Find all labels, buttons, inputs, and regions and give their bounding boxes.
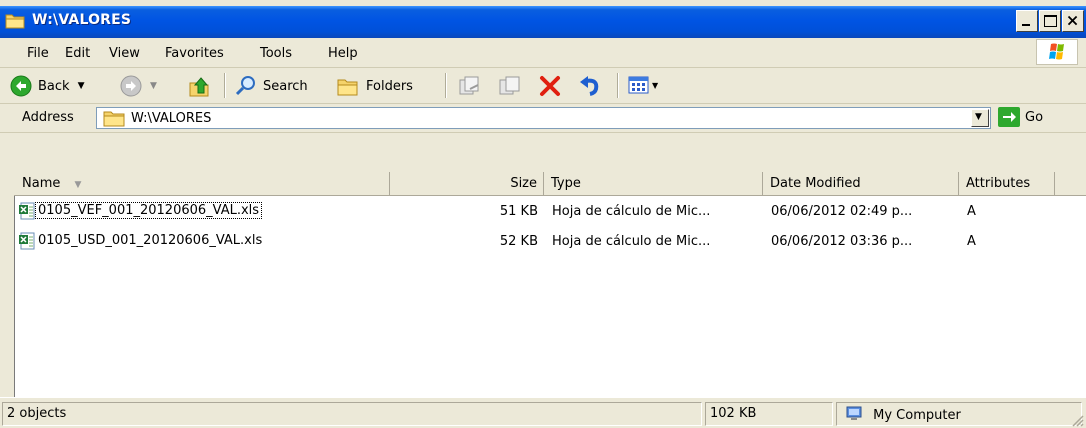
toolbar: Back ▼ ▼ Search Folders ▼: [0, 68, 1086, 104]
address-label: Address: [22, 110, 74, 125]
windows-logo: [1036, 39, 1078, 65]
menu-view[interactable]: View: [109, 46, 140, 61]
column-type-label: Type: [551, 176, 581, 191]
folders-button[interactable]: Folders: [336, 75, 413, 97]
title-bar[interactable]: W:\VALORES: [0, 6, 1086, 38]
go-label: Go: [1025, 109, 1044, 125]
column-name-label: Name: [22, 176, 61, 191]
back-button[interactable]: Back ▼: [10, 75, 84, 97]
file-date: 06/06/2012 03:36 p...: [771, 234, 913, 249]
status-object-count: 2 objects: [2, 402, 702, 426]
column-size-label: Size: [510, 176, 537, 191]
address-input[interactable]: W:\VALORES ▼: [96, 107, 991, 129]
status-bar: 2 objects 102 KB My Computer: [0, 397, 1086, 428]
window-title: W:\VALORES: [32, 12, 132, 28]
file-size: 52 KB: [499, 234, 538, 249]
menu-edit[interactable]: Edit: [65, 46, 90, 61]
copy-to-icon: [499, 76, 520, 95]
views-button[interactable]: ▼: [628, 75, 658, 95]
explorer-window: W:\VALORES File Edit View Favorites Tool…: [0, 0, 1086, 428]
file-name[interactable]: 0105_VEF_001_20120606_VAL.xls: [34, 202, 263, 219]
address-bar: Address W:\VALORES ▼ Go: [0, 104, 1086, 133]
status-size: 102 KB: [705, 402, 833, 426]
column-header: Name ▼ Size Type Date Modified Attribute…: [14, 172, 1086, 196]
excel-file-icon: [19, 202, 35, 220]
views-icon: [628, 76, 649, 94]
column-type[interactable]: Type: [544, 172, 763, 195]
minimize-button[interactable]: [1016, 10, 1038, 32]
file-date: 06/06/2012 02:49 p...: [771, 204, 913, 219]
up-button[interactable]: [188, 75, 212, 99]
column-date-label: Date Modified: [770, 176, 861, 191]
delete-icon: [540, 76, 560, 96]
move-to-button[interactable]: [458, 75, 482, 97]
sort-down-icon: ▼: [74, 180, 82, 190]
minimize-icon: [1022, 24, 1030, 26]
chevron-down-icon[interactable]: ▼: [652, 81, 658, 90]
folder-icon: [103, 111, 125, 127]
file-type: Hoja de cálculo de Mic...: [552, 204, 711, 219]
chevron-down-icon[interactable]: ▼: [78, 81, 85, 91]
status-size-text: 102 KB: [710, 406, 757, 421]
folders-label: Folders: [366, 78, 413, 94]
address-dropdown-button[interactable]: ▼: [971, 109, 989, 127]
list-item[interactable]: 0105_USD_001_20120606_VAL.xls 52 KB Hoja…: [14, 232, 1086, 252]
search-icon: [235, 76, 255, 96]
excel-file-icon: [19, 232, 35, 250]
windows-flag-icon: [1049, 43, 1064, 60]
folder-icon: [5, 14, 25, 29]
search-label: Search: [263, 78, 308, 94]
back-icon: [10, 75, 32, 97]
toolbar-separator: [617, 73, 618, 98]
file-attributes: A: [967, 234, 976, 249]
file-type: Hoja de cálculo de Mic...: [552, 234, 711, 249]
menu-bar: File Edit View Favorites Tools Help: [0, 38, 1086, 68]
menu-tools[interactable]: Tools: [260, 46, 292, 61]
resize-grip-icon[interactable]: [1072, 415, 1084, 427]
folders-icon: [337, 79, 358, 96]
menu-favorites[interactable]: Favorites: [165, 46, 224, 61]
maximize-button[interactable]: [1039, 10, 1061, 32]
chevron-down-icon[interactable]: ▼: [150, 81, 157, 91]
toolbar-separator: [445, 73, 446, 98]
back-label: Back: [38, 78, 70, 94]
undo-icon: [580, 76, 599, 96]
close-icon: [1067, 15, 1078, 26]
list-item[interactable]: 0105_VEF_001_20120606_VAL.xls 51 KB Hoja…: [14, 202, 1086, 222]
menu-help[interactable]: Help: [328, 46, 358, 61]
copy-to-button[interactable]: [498, 75, 522, 97]
menu-file[interactable]: File: [27, 46, 49, 61]
chevron-down-icon: ▼: [975, 112, 982, 122]
file-name[interactable]: 0105_USD_001_20120606_VAL.xls: [36, 233, 264, 248]
toolbar-separator: [224, 73, 225, 98]
status-count-text: 2 objects: [7, 406, 67, 421]
maximize-icon: [1044, 15, 1057, 27]
column-attributes-label: Attributes: [966, 176, 1031, 191]
forward-icon: [120, 75, 142, 97]
computer-icon: [846, 406, 862, 420]
go-button[interactable]: Go: [998, 107, 1043, 127]
forward-button[interactable]: ▼: [120, 75, 157, 97]
undo-button[interactable]: [578, 75, 602, 97]
file-attributes: A: [967, 204, 976, 219]
delete-button[interactable]: [538, 75, 562, 97]
column-attributes[interactable]: Attributes: [959, 172, 1055, 195]
column-date-modified[interactable]: Date Modified: [763, 172, 959, 195]
address-value: W:\VALORES: [131, 111, 212, 126]
up-folder-icon: [189, 77, 209, 97]
column-name[interactable]: Name ▼: [14, 172, 390, 195]
column-size[interactable]: Size: [390, 172, 544, 195]
close-button[interactable]: [1062, 10, 1084, 32]
status-location: My Computer: [836, 402, 1082, 426]
search-button[interactable]: Search: [235, 75, 308, 97]
move-to-icon: [459, 76, 479, 95]
status-location-text: My Computer: [873, 408, 961, 423]
file-size: 51 KB: [499, 204, 538, 219]
go-arrow-icon: [998, 107, 1020, 127]
